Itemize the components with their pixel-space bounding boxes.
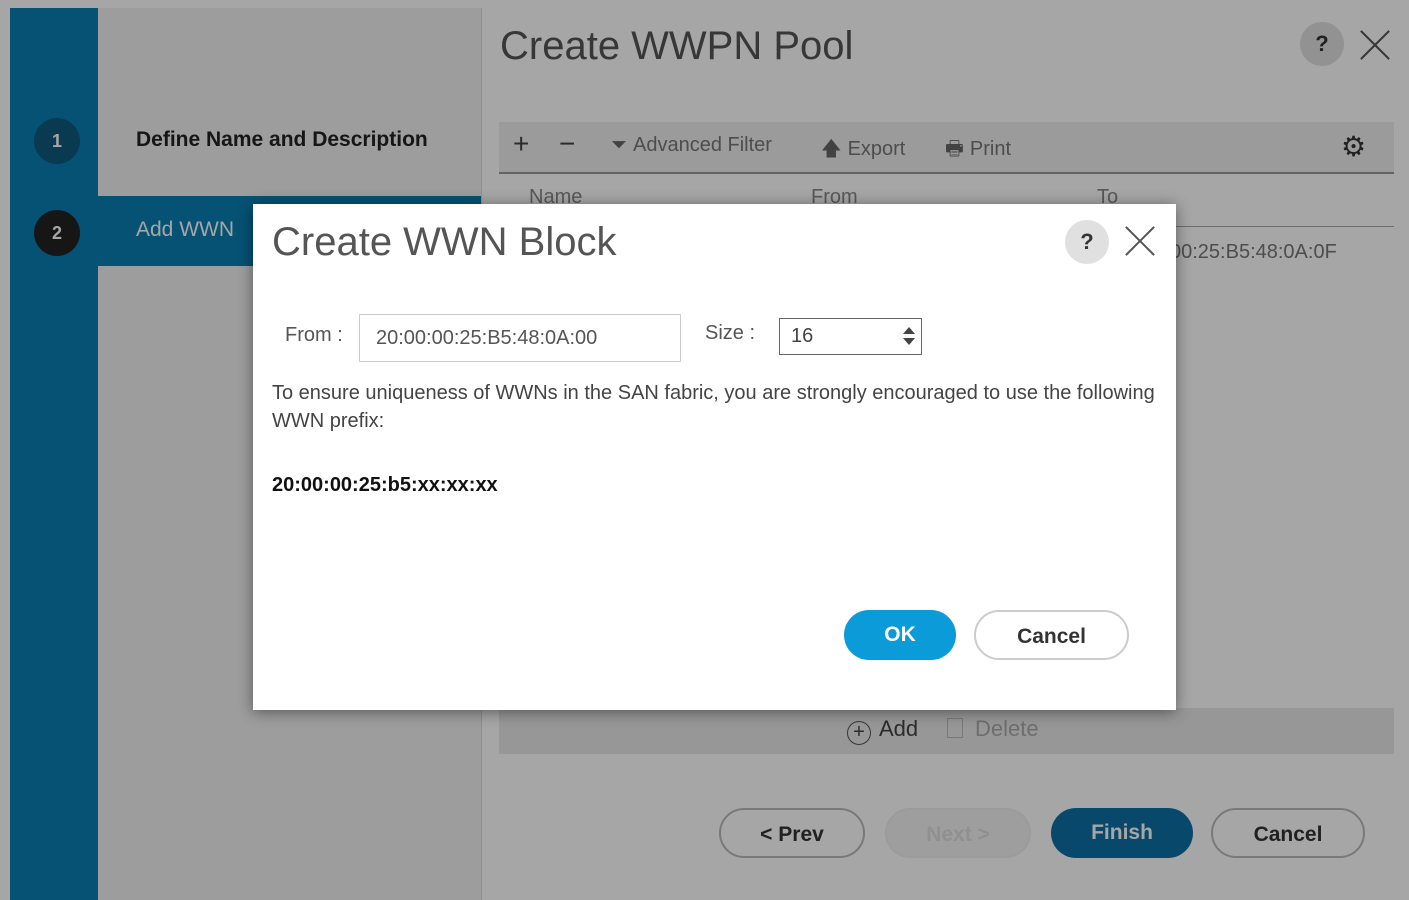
wwn-prefix: 20:00:00:25:b5:xx:xx:xx xyxy=(272,474,498,496)
from-label: From : xyxy=(285,324,343,346)
ok-button[interactable]: OK xyxy=(844,610,956,660)
uniqueness-message: To ensure uniqueness of WWNs in the SAN … xyxy=(272,382,1155,432)
dialog-title: Create WWN Block xyxy=(272,220,617,264)
size-stepper[interactable]: 16 xyxy=(779,318,922,355)
dialog-help-icon[interactable]: ? xyxy=(1065,220,1109,264)
create-wwn-block-dialog: Create WWN Block ? From : Size : 16 To e… xyxy=(253,204,1176,710)
size-label: Size : xyxy=(705,322,756,344)
cancel-button[interactable]: Cancel xyxy=(974,610,1129,660)
decrement-arrow-icon[interactable] xyxy=(903,338,915,345)
dialog-close-icon[interactable] xyxy=(1123,224,1157,258)
from-input[interactable] xyxy=(359,314,681,362)
increment-arrow-icon[interactable] xyxy=(903,327,915,334)
size-value: 16 xyxy=(791,325,814,347)
